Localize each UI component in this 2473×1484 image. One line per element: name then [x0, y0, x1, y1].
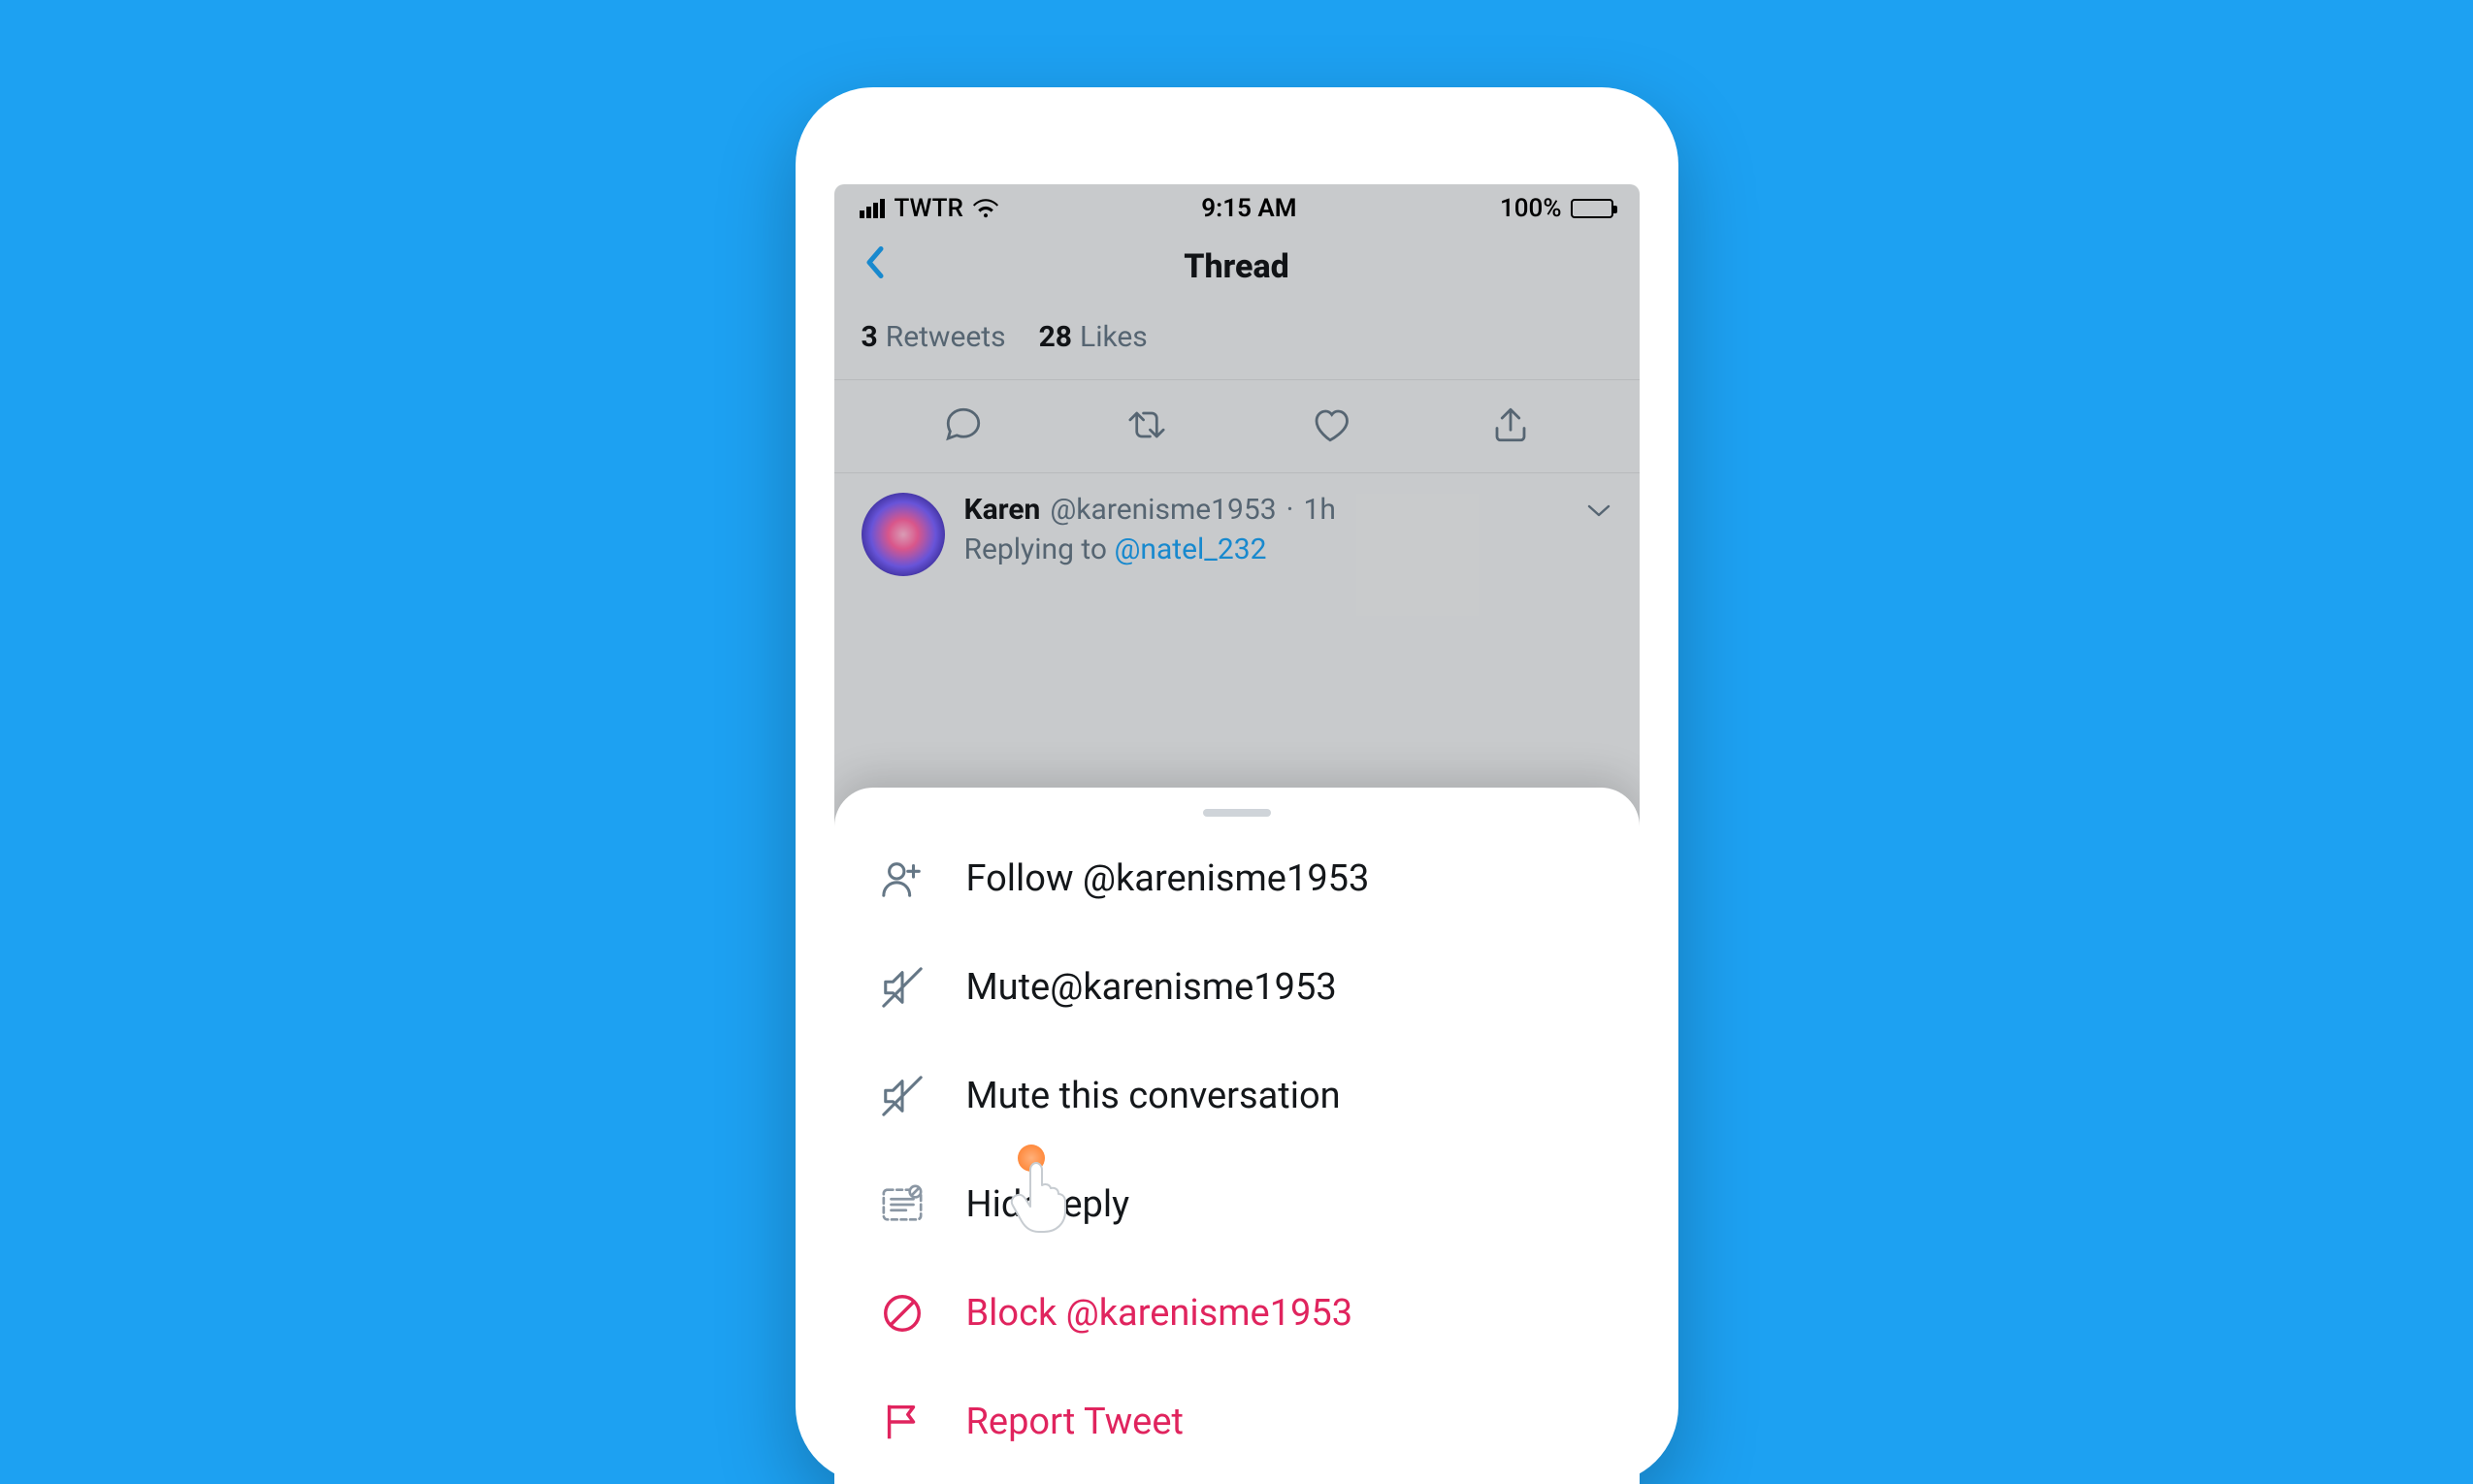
mute-icon — [877, 962, 927, 1013]
action-sheet: Follow @karenisme1953 Mute@karenisme1953… — [834, 788, 1640, 1484]
mute-conversation-option[interactable]: Mute this conversation — [834, 1042, 1640, 1150]
hide-reply-option-label: Hide reply — [966, 1183, 1130, 1226]
hide-reply-option[interactable]: Hide reply — [834, 1150, 1640, 1259]
report-option-label: Report Tweet — [966, 1401, 1184, 1443]
mute-user-option[interactable]: Mute@karenisme1953 — [834, 933, 1640, 1042]
report-icon — [877, 1397, 927, 1447]
sheet-grabber[interactable] — [1203, 809, 1271, 817]
follow-icon — [877, 854, 927, 904]
hide-reply-icon — [877, 1179, 927, 1230]
report-option[interactable]: Report Tweet — [834, 1368, 1640, 1476]
follow-option[interactable]: Follow @karenisme1953 — [834, 824, 1640, 933]
follow-option-label: Follow @karenisme1953 — [966, 857, 1370, 900]
block-icon — [877, 1288, 927, 1339]
mute-icon — [877, 1071, 927, 1121]
block-option-label: Block @karenisme1953 — [966, 1292, 1353, 1335]
phone-screen: TWTR 9:15 AM 100% Thread 3Retweets — [834, 184, 1640, 1484]
mute-conversation-option-label: Mute this conversation — [966, 1075, 1341, 1117]
mute-user-option-label: Mute@karenisme1953 — [966, 966, 1337, 1009]
phone-frame: TWTR 9:15 AM 100% Thread 3Retweets — [796, 87, 1678, 1484]
block-option[interactable]: Block @karenisme1953 — [834, 1259, 1640, 1368]
